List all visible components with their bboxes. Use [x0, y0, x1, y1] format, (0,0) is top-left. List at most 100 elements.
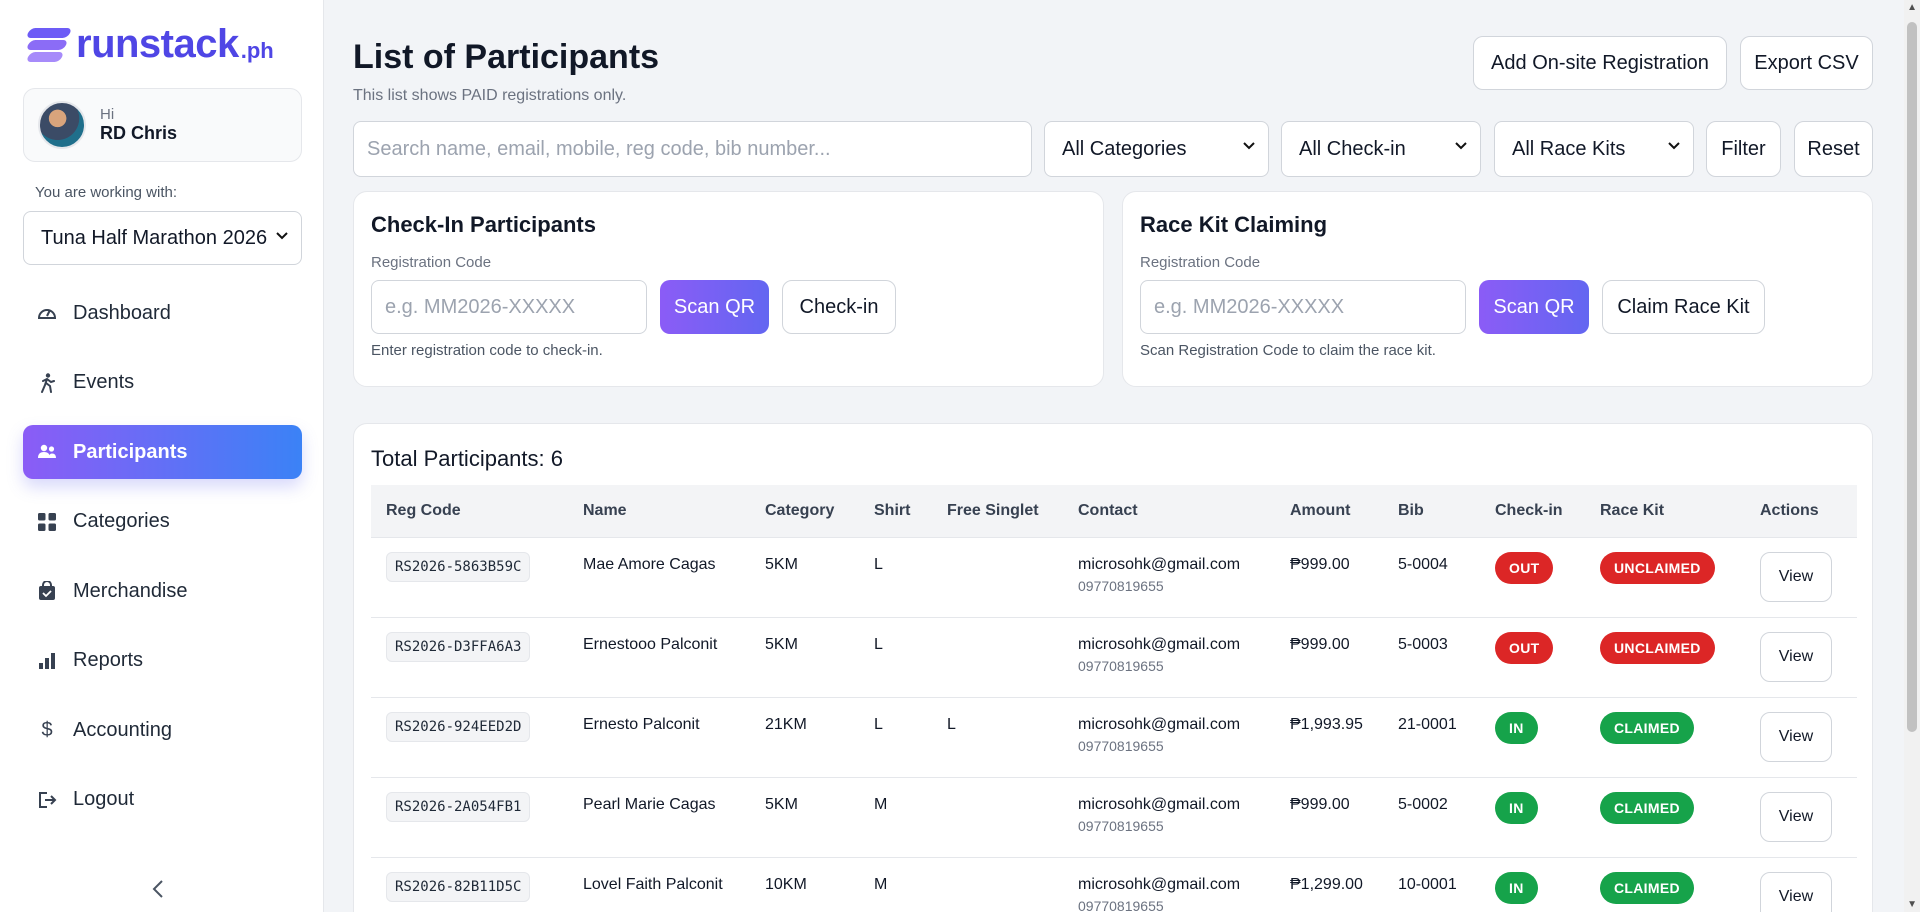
participant-phone: 09770819655 [1078, 817, 1164, 834]
participant-shirt: M [859, 857, 932, 912]
user-greeting: Hi [100, 106, 115, 123]
checkin-scan-qr-button[interactable]: Scan QR [660, 280, 769, 334]
racekit-code-input[interactable]: e.g. MM2026-XXXXX [1140, 280, 1466, 334]
checkin-status-badge: IN [1495, 791, 1538, 824]
category-filter-value: All Categories [1062, 137, 1187, 160]
reset-button[interactable]: Reset [1794, 121, 1873, 177]
participant-bib: 5-0004 [1383, 537, 1480, 618]
page-scrollbar[interactable]: ▲ ▼ [1904, 0, 1920, 912]
checkin-button[interactable]: Check-in [782, 280, 896, 334]
race-kit-filter-value: All Race Kits [1512, 137, 1626, 160]
user-card[interactable]: Hi RD Chris [23, 88, 302, 162]
checkin-help-text: Enter registration code to check-in. [371, 342, 603, 359]
sidebar-item-dashboard[interactable]: Dashboard [23, 286, 302, 340]
view-button[interactable]: View [1760, 711, 1832, 762]
column-header[interactable]: Amount [1275, 485, 1383, 538]
sidebar-item-categories[interactable]: Categories [23, 495, 302, 549]
column-header[interactable]: Free Singlet [932, 485, 1063, 538]
sidebar-item-label: Dashboard [73, 301, 171, 324]
grid-icon [37, 512, 57, 532]
column-header[interactable]: Race Kit [1585, 485, 1745, 538]
column-header[interactable]: Name [568, 485, 750, 538]
racekit-card: Race Kit Claiming Registration Code e.g.… [1122, 191, 1873, 387]
participant-shirt: L [859, 537, 932, 618]
checkin-filter-select[interactable]: All Check-in [1281, 121, 1481, 177]
participant-name: Ernestooo Palconit [568, 617, 750, 698]
participant-phone: 09770819655 [1078, 577, 1164, 594]
participant-email: microsohk@gmail.com [1078, 795, 1241, 813]
participant-singlet: L [932, 697, 1063, 778]
sidebar-item-label: Events [73, 371, 135, 393]
category-filter-select[interactable]: All Categories [1044, 121, 1269, 177]
race-kit-filter-select[interactable]: All Race Kits [1494, 121, 1694, 177]
total-participants: Total Participants: 6 [371, 446, 563, 471]
participant-amount: ₱999.00 [1275, 537, 1383, 618]
participant-phone: 09770819655 [1078, 657, 1164, 674]
view-button[interactable]: View [1760, 791, 1832, 842]
column-header[interactable]: Shirt [859, 485, 932, 538]
column-header[interactable]: Reg Code [371, 485, 568, 538]
brand-logo[interactable]: runstack .ph [25, 24, 274, 64]
logout-icon [37, 790, 57, 810]
participant-name: Mae Amore Cagas [568, 537, 750, 618]
sidebar-item-participants[interactable]: Participants [23, 425, 302, 479]
racekit-help-text: Scan Registration Code to claim the race… [1140, 342, 1436, 359]
participant-category: 5KM [750, 537, 859, 618]
table-row: RS2026-5863B59C Mae Amore Cagas 5KM L mi… [371, 537, 1857, 618]
column-header[interactable]: Bib [1383, 485, 1480, 538]
sidebar-item-label: Merchandise [73, 579, 188, 602]
scroll-up-icon[interactable]: ▲ [1907, 2, 1917, 13]
participant-name: Pearl Marie Cagas [568, 777, 750, 858]
sidebar: runstack .ph Hi RD Chris You are working… [0, 0, 324, 912]
brand-suffix: .ph [240, 38, 274, 63]
reg-code: RS2026-5863B59C [386, 551, 531, 582]
view-button[interactable]: View [1760, 551, 1832, 602]
add-onsite-registration-button[interactable]: Add On-site Registration [1473, 36, 1727, 90]
participant-amount: ₱1,299.00 [1275, 857, 1383, 912]
collapse-sidebar-button[interactable] [152, 878, 164, 906]
table-header-row: Reg Code Name Category Shirt Free Single… [371, 485, 1857, 538]
racekit-status-badge: UNCLAIMED [1600, 631, 1715, 664]
checkin-status-badge: OUT [1495, 631, 1554, 664]
sidebar-item-logout[interactable]: Logout [23, 773, 302, 827]
view-button[interactable]: View [1760, 631, 1832, 682]
checkin-card-title: Check-In Participants [371, 212, 596, 237]
table-row: RS2026-82B11D5C Lovel Faith Palconit 10K… [371, 857, 1857, 912]
participant-bib: 5-0003 [1383, 617, 1480, 698]
claim-race-kit-button[interactable]: Claim Race Kit [1602, 280, 1765, 334]
participant-shirt: L [859, 617, 932, 698]
racekit-scan-qr-button[interactable]: Scan QR [1479, 280, 1589, 334]
sidebar-item-reports[interactable]: Reports [23, 634, 302, 688]
export-csv-button[interactable]: Export CSV [1740, 36, 1873, 90]
participant-bib: 21-0001 [1383, 697, 1480, 778]
racekit-status-badge: CLAIMED [1600, 711, 1694, 744]
checkin-status-badge: OUT [1495, 551, 1554, 584]
participant-phone: 09770819655 [1078, 897, 1164, 912]
participant-singlet [932, 617, 1063, 698]
reg-code: RS2026-924EED2D [386, 711, 531, 742]
event-select[interactable]: Tuna Half Marathon 2026 [23, 211, 302, 265]
sidebar-item-label: Logout [73, 788, 135, 810]
column-header[interactable]: Contact [1063, 485, 1275, 538]
sidebar-item-accounting[interactable]: $ Accounting [23, 703, 302, 757]
checkin-status-badge: IN [1495, 711, 1538, 744]
participants-table: Reg Code Name Category Shirt Free Single… [371, 485, 1857, 912]
column-header[interactable]: Actions [1745, 485, 1857, 538]
table-row: RS2026-924EED2D Ernesto Palconit 21KM L … [371, 697, 1857, 778]
view-button[interactable]: View [1760, 871, 1832, 912]
checkin-code-input[interactable]: e.g. MM2026-XXXXX [371, 280, 647, 334]
sidebar-item-label: Participants [73, 440, 188, 463]
filter-button[interactable]: Filter [1706, 121, 1781, 177]
column-header[interactable]: Check-in [1480, 485, 1585, 538]
sidebar-item-merchandise[interactable]: Merchandise [23, 564, 302, 618]
logo-mark-icon [25, 24, 74, 64]
search-input[interactable]: Search name, email, mobile, reg code, bi… [353, 121, 1032, 177]
scroll-down-icon[interactable]: ▼ [1907, 899, 1917, 910]
racekit-status-badge: UNCLAIMED [1600, 551, 1715, 584]
column-header[interactable]: Category [750, 485, 859, 538]
sidebar-item-events[interactable]: Events [23, 356, 302, 410]
racekit-code-label: Registration Code [1140, 254, 1261, 271]
scrollbar-thumb[interactable] [1907, 22, 1917, 732]
avatar [38, 101, 86, 149]
dollar-icon: $ [41, 718, 53, 741]
